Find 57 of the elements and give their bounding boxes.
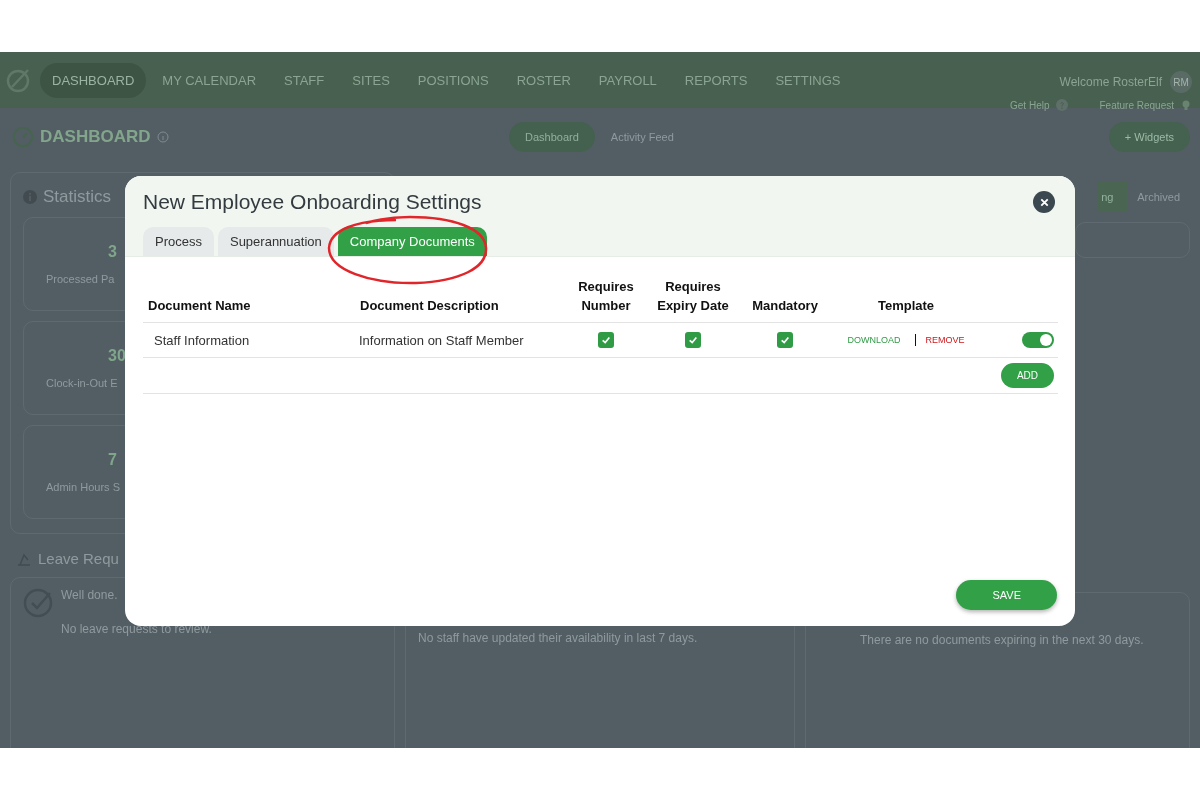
dialog-title: New Employee Onboarding Settings [143, 190, 482, 214]
nav-item[interactable]: DASHBOARD [40, 62, 147, 98]
filter-tab[interactable]: Archived [1127, 182, 1190, 212]
nav-item[interactable]: POSITIONS [405, 62, 501, 98]
save-button[interactable]: SAVE [956, 580, 1057, 610]
nav-item[interactable]: MY CALENDAR [150, 62, 269, 98]
column-header: Template [877, 297, 935, 315]
add-button[interactable]: ADD [1000, 363, 1054, 388]
view-tab[interactable]: Dashboard [509, 122, 595, 152]
nav-item[interactable]: REPORTS [672, 62, 760, 98]
column-header: Mandatory [752, 297, 818, 315]
nav-item[interactable]: SETTINGS [763, 62, 853, 98]
dialog-tab[interactable]: Company Documents [337, 227, 487, 256]
dialog-tab[interactable]: Process [143, 227, 214, 256]
stat-label: Admin Hours S [46, 481, 120, 493]
checkmark-icon [688, 335, 698, 345]
checkbox[interactable] [777, 332, 793, 348]
message-text: No leave requests to review. [61, 622, 212, 636]
view-tab[interactable]: Activity Feed [594, 122, 690, 152]
dialog-tab[interactable]: Superannuation [217, 227, 334, 256]
checkmark-icon [601, 335, 611, 345]
toggle-switch[interactable] [1022, 332, 1054, 348]
stat-value: 7 [107, 451, 117, 469]
close-button[interactable] [1033, 191, 1055, 213]
checkbox[interactable] [598, 332, 614, 348]
nav-item[interactable]: SITES [340, 62, 402, 98]
table-cell-text: Staff Information [153, 332, 250, 348]
checkbox[interactable] [685, 332, 701, 348]
stat-label: Clock-in-Out E [46, 377, 118, 389]
section-title: Statistics [43, 187, 112, 207]
stat-label: Processed Pa [46, 273, 115, 285]
remove-link[interactable]: REMOVE [925, 335, 965, 345]
stat-value: 3 [107, 243, 117, 261]
message-text: Well done. [61, 588, 118, 602]
filter-tab[interactable]: ng [1097, 182, 1128, 212]
section-title: Leave Requ [38, 550, 119, 567]
feature-request-link[interactable]: Feature Request [1099, 99, 1174, 111]
help-link[interactable]: Get Help [1010, 99, 1050, 111]
column-header: Document Description [359, 297, 499, 315]
download-link[interactable]: DOWNLOAD [847, 335, 901, 345]
welcome-text: Welcome RosterElf [1059, 75, 1162, 89]
page-title: DASHBOARD [40, 127, 151, 147]
user-avatar[interactable]: RM [1170, 71, 1192, 93]
column-header: Requires Number [577, 278, 635, 315]
add-widgets-button[interactable]: + Widgets [1108, 122, 1190, 152]
column-header: Requires Expiry Date [656, 278, 730, 315]
table-cell-text: Information on Staff Member [358, 332, 524, 348]
checkmark-icon [780, 335, 790, 345]
lightbulb-icon [1180, 99, 1192, 111]
stat-value: 30 [107, 347, 126, 365]
nav-item[interactable]: PAYROLL [586, 62, 669, 98]
column-header: Document Name [147, 297, 251, 315]
nav-item[interactable]: ROSTER [504, 62, 583, 98]
nav-item[interactable]: STAFF [272, 62, 337, 98]
close-icon [1038, 196, 1050, 208]
info-icon [156, 131, 169, 143]
message-text: There are no documents expiring in the next 30 days. [860, 633, 1144, 647]
